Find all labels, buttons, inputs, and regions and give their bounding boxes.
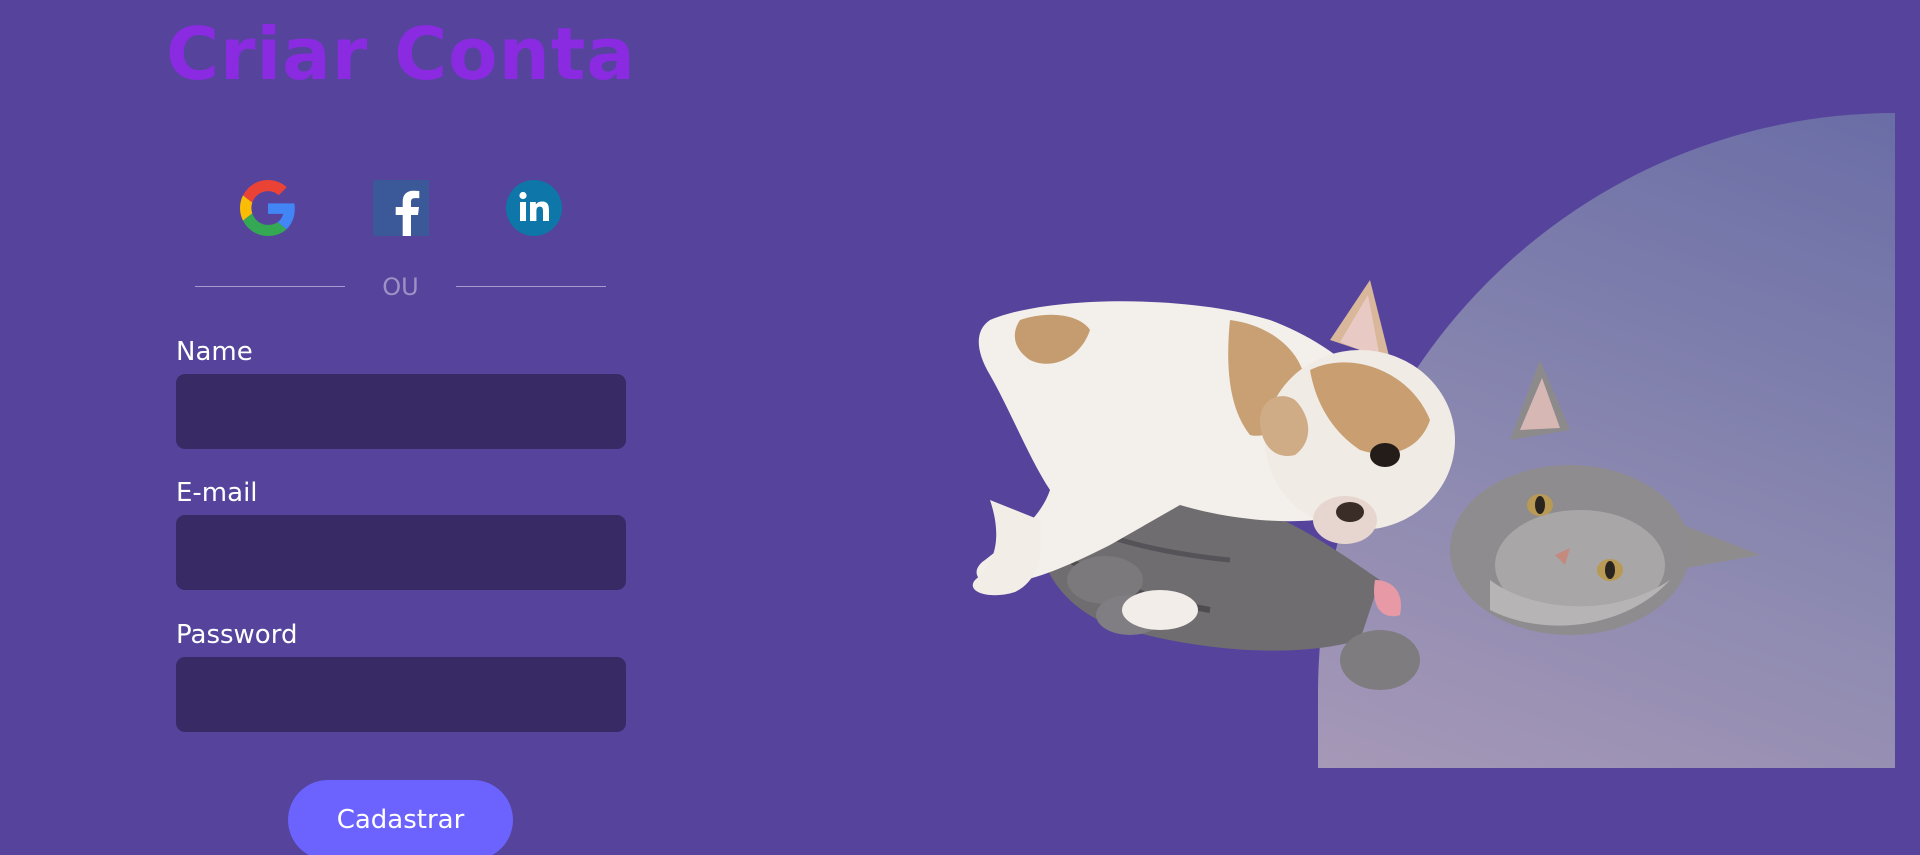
signup-page: Criar Conta OU Name E-mail Password Cada…: [0, 0, 1920, 855]
name-field-group: Name: [176, 334, 626, 449]
linkedin-icon: [506, 180, 562, 236]
divider-text: OU: [382, 273, 419, 301]
email-label: E-mail: [176, 478, 258, 508]
email-input[interactable]: [176, 515, 626, 590]
page-title: Criar Conta: [166, 12, 636, 96]
register-button[interactable]: Cadastrar: [288, 780, 513, 855]
password-label: Password: [176, 620, 298, 650]
email-field-group: E-mail: [176, 475, 626, 590]
or-divider: OU: [195, 270, 606, 304]
name-input[interactable]: [176, 374, 626, 449]
linkedin-login-button[interactable]: [506, 180, 562, 236]
social-login-group: [240, 180, 562, 236]
facebook-login-button[interactable]: [373, 180, 429, 236]
password-input[interactable]: [176, 657, 626, 732]
divider-line-right: [456, 286, 606, 287]
divider-line-left: [195, 286, 345, 287]
facebook-icon: [373, 180, 429, 236]
name-label: Name: [176, 337, 253, 367]
google-login-button[interactable]: [240, 180, 296, 236]
google-icon: [240, 180, 295, 236]
password-field-group: Password: [176, 617, 626, 732]
puppy-and-kitten-image: [972, 280, 1760, 690]
